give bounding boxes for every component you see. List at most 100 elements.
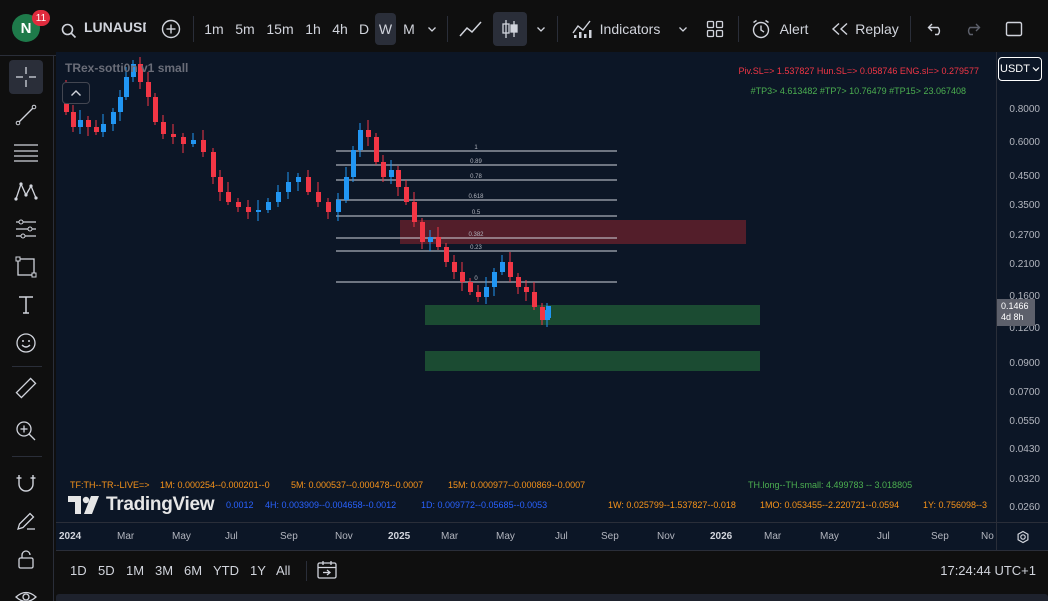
time-axis[interactable]: 2024 Mar May Jul Sep Nov 2025 Mar May Ju…	[56, 522, 996, 550]
chart-type-chevron-down-icon[interactable]	[532, 12, 550, 46]
replay-icon[interactable]	[829, 12, 851, 46]
ruler-icon[interactable]	[9, 371, 43, 405]
redo-icon[interactable]	[960, 12, 984, 46]
emoji-icon[interactable]	[9, 326, 43, 360]
currency-selector[interactable]: USDT	[998, 57, 1042, 81]
alert-clock-icon[interactable]	[749, 12, 773, 46]
candle-body	[306, 177, 311, 192]
candle-body	[452, 262, 457, 272]
time-tick: Sep	[280, 531, 298, 542]
table-th-long-small: TH.long--TH.small: 4.499783 -- 3.018805	[748, 480, 913, 490]
range-1m[interactable]: 1M	[126, 563, 144, 578]
timeframe-5m[interactable]: 5m	[231, 12, 259, 46]
range-1d[interactable]: 1D	[70, 563, 87, 578]
search-icon[interactable]	[58, 14, 80, 48]
bar-countdown: 4d 8h	[1001, 312, 1024, 322]
price-tick: 0.4500	[1009, 171, 1040, 182]
pattern-icon[interactable]	[9, 174, 43, 208]
current-price-value: 0.1466	[1001, 301, 1029, 311]
candle-body	[256, 210, 261, 212]
left-drawing-toolbar	[0, 56, 54, 601]
table-1m: 1M: 0.000254--0.000201--0	[160, 480, 270, 490]
range-5d[interactable]: 5D	[98, 563, 115, 578]
undo-icon[interactable]	[924, 12, 948, 46]
stay-in-drawing-mode-icon[interactable]	[9, 504, 43, 538]
candle-body	[94, 127, 99, 132]
range-6m[interactable]: 6M	[184, 563, 202, 578]
indicators-chevron-down-icon[interactable]	[674, 12, 692, 46]
take-profit-info: #TP3> 4.613482 #TP7> 10.76479 #TP15> 23.…	[750, 86, 966, 96]
tradingview-logo[interactable]: TradingView	[68, 494, 215, 516]
candle-body	[78, 120, 83, 127]
indicator-name-label[interactable]: TRex-sotti0n v1 small	[65, 61, 188, 75]
lock-icon[interactable]	[9, 542, 43, 576]
range-3m[interactable]: 3M	[155, 563, 173, 578]
fib-level-label: 0.5	[472, 210, 481, 216]
chart-pane[interactable]: 1 0.89 0.78 0.618 0.5 0.382 0.23 0 TRex-sotti0n…	[56, 52, 996, 522]
candle-body	[146, 82, 151, 97]
timeframe-d[interactable]: D	[354, 12, 374, 46]
candle-body	[171, 134, 176, 137]
bottom-toolbar: 1D 5D 1M 3M 6M YTD 1Y All 17:24:44 UTC+1	[56, 550, 1048, 590]
compare-add-icon[interactable]	[158, 12, 184, 46]
indicators-icon[interactable]	[569, 12, 595, 46]
timeframe-dropdown-chevron-down-icon[interactable]	[423, 12, 441, 46]
replay-button[interactable]: Replay	[854, 12, 900, 46]
candle-body	[358, 130, 363, 150]
fib-retracement-icon[interactable]	[9, 136, 43, 170]
price-tick: 0.0550	[1009, 416, 1040, 427]
collapse-legend-chevron-up-icon[interactable]	[62, 82, 90, 104]
timeframe-1m[interactable]: 1m	[200, 12, 228, 46]
time-tick: May	[172, 531, 191, 542]
candle-body	[226, 192, 231, 202]
range-ytd[interactable]: YTD	[213, 563, 239, 578]
bottom-panel-strip	[56, 590, 1048, 601]
zoom-in-icon[interactable]	[9, 414, 43, 448]
candle-body	[484, 287, 489, 297]
clock-timezone[interactable]: 17:24:44 UTC+1	[940, 563, 1036, 578]
price-tick: 0.0700	[1009, 387, 1040, 398]
time-tick: No	[981, 531, 994, 542]
fib-level-label: 1	[474, 145, 478, 151]
candle-body	[236, 202, 241, 207]
trend-line-icon[interactable]	[9, 98, 43, 132]
text-icon[interactable]	[9, 288, 43, 322]
current-price-label: 0.1466 4d 8h	[997, 299, 1035, 326]
candle-body	[351, 150, 356, 177]
layouts-grid-icon[interactable]	[702, 12, 728, 46]
candle-body	[218, 177, 223, 192]
fullscreen-icon[interactable]	[1002, 12, 1026, 46]
candle-body	[118, 97, 123, 112]
range-1y[interactable]: 1Y	[250, 563, 266, 578]
alert-button[interactable]: Alert	[776, 12, 812, 46]
crosshair-icon[interactable]	[9, 60, 43, 94]
timeframe-15m[interactable]: 15m	[263, 12, 297, 46]
eye-icon[interactable]	[9, 580, 43, 601]
timeframe-w[interactable]: W	[375, 13, 396, 45]
candle-body	[246, 207, 251, 212]
line-chart-icon[interactable]	[455, 12, 487, 46]
chart-settings-gear-icon[interactable]	[996, 522, 1048, 550]
fib-level-label: 0.382	[468, 232, 484, 238]
table-1h-tail: 0.0012	[226, 500, 254, 510]
rectangle-icon[interactable]	[9, 250, 43, 284]
price-axis[interactable]: 0.8000 0.6000 0.4500 0.3500 0.2700 0.210…	[996, 52, 1048, 522]
symbol-name[interactable]: LUNAUSD	[84, 19, 146, 35]
stop-loss-info: Piv.SL=> 1.537827 Hun.SL=> 0.058746 ENG.…	[738, 66, 979, 76]
time-tick: 2026	[710, 531, 733, 542]
indicators-button[interactable]: Indicators	[598, 12, 662, 46]
timeframe-m[interactable]: M	[398, 12, 420, 46]
date-range-calendar-icon[interactable]	[316, 559, 338, 586]
timeframe-1h[interactable]: 1h	[300, 12, 326, 46]
price-tick: 0.0900	[1009, 358, 1040, 369]
range-all[interactable]: All	[276, 563, 290, 578]
candle-body	[428, 237, 433, 242]
candles-icon[interactable]	[493, 12, 527, 46]
candle-body	[191, 140, 196, 144]
magnet-icon[interactable]	[9, 466, 43, 500]
candle-body	[516, 277, 521, 287]
prediction-tools-icon[interactable]	[9, 212, 43, 246]
timeframe-4h[interactable]: 4h	[327, 12, 353, 46]
candle-body	[389, 170, 394, 177]
candle-body	[546, 306, 551, 318]
